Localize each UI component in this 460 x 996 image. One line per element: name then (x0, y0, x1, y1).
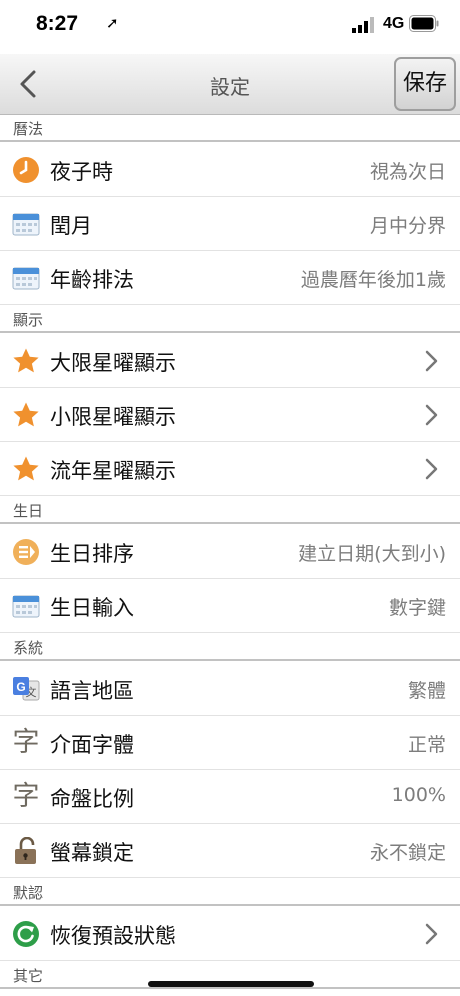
row-annual-stars[interactable]: 流年星曜顯示 (0, 442, 460, 496)
network-type: 4G (383, 15, 405, 32)
translate-icon: 文 G (12, 675, 40, 703)
row-value: 視為次日 (369, 161, 446, 183)
row-chart-scale[interactable]: 字 命盤比例 100% (0, 770, 460, 824)
section-title: 顯示 (13, 311, 44, 329)
row-label: 生日輸入 (50, 596, 134, 620)
row-label: 語言地區 (50, 679, 134, 703)
row-label: 生日排序 (50, 542, 134, 566)
row-label: 年齡排法 (50, 268, 134, 292)
section-title: 系統 (13, 639, 44, 657)
row-label: 流年星曜顯示 (50, 459, 176, 483)
row-value: 過農曆年後加1歲 (300, 269, 446, 291)
row-label: 小限星曜顯示 (50, 405, 176, 429)
row-label: 大限星曜顯示 (50, 351, 176, 375)
row-decade-stars[interactable]: 大限星曜顯示 (0, 334, 460, 388)
clock-icon (12, 156, 40, 184)
row-value: 正常 (407, 734, 446, 756)
font-icon: 字 (12, 729, 40, 757)
row-screen-lock[interactable]: 螢幕鎖定 永不鎖定 (0, 824, 460, 878)
page-title: 設定 (210, 75, 250, 99)
row-interface-font[interactable]: 字 介面字體 正常 (0, 716, 460, 770)
row-language-region[interactable]: 文 G 語言地區 繁體 (0, 662, 460, 716)
row-label: 介面字體 (50, 733, 134, 757)
chevron-right-icon (425, 404, 438, 426)
section-title: 其它 (13, 967, 44, 985)
row-midnight-hour[interactable]: 夜子時 視為次日 (0, 143, 460, 197)
calendar-icon (12, 210, 40, 238)
star-icon (12, 401, 40, 429)
row-value: 永不鎖定 (369, 842, 446, 864)
font-icon: 字 (12, 783, 40, 811)
row-label: 螢幕鎖定 (50, 841, 134, 865)
row-leap-month[interactable]: 閏月 月中分界 (0, 197, 460, 251)
status-bar: 8:27 ➚ 4G (0, 0, 460, 54)
row-reset-defaults[interactable]: 恢復預設狀態 (0, 907, 460, 961)
row-value: 繁體 (407, 680, 446, 702)
section-header-system: 系統 (0, 634, 460, 661)
section-title: 默認 (13, 884, 44, 902)
chevron-right-icon (425, 458, 438, 480)
font-glyph: 字 (12, 727, 40, 758)
row-minor-stars[interactable]: 小限星曜顯示 (0, 388, 460, 442)
row-value: 建立日期(大到小) (298, 543, 446, 565)
battery-icon (409, 15, 439, 32)
row-label: 命盤比例 (50, 787, 134, 811)
font-glyph: 字 (12, 781, 40, 812)
row-value: 100% (391, 784, 446, 806)
sort-icon (12, 538, 40, 566)
row-label: 閏月 (50, 214, 92, 238)
calendar-icon (12, 592, 40, 620)
status-time: 8:27 (36, 12, 79, 35)
section-title: 生日 (13, 502, 44, 520)
svg-text:G: G (16, 680, 25, 694)
section-header-display: 顯示 (0, 306, 460, 333)
section-header-calendar: 曆法 (0, 115, 460, 142)
row-birthday-sort[interactable]: 生日排序 建立日期(大到小) (0, 525, 460, 579)
row-label: 夜子時 (50, 160, 113, 184)
row-value: 月中分界 (369, 215, 446, 237)
calendar-icon (12, 264, 40, 292)
save-button[interactable]: 保存 (394, 57, 456, 111)
section-title: 曆法 (13, 120, 44, 138)
unlock-icon (12, 837, 40, 865)
signal-icon (352, 17, 374, 33)
row-birthday-input[interactable]: 生日輸入 數字鍵 (0, 579, 460, 633)
row-label: 恢復預設狀態 (50, 924, 176, 948)
row-value: 數字鍵 (388, 597, 446, 619)
chevron-right-icon (425, 350, 438, 372)
star-icon (12, 347, 40, 375)
reset-icon (12, 920, 40, 948)
home-indicator[interactable] (148, 981, 314, 987)
section-header-defaults: 默認 (0, 879, 460, 906)
navigation-bar: 設定 保存 (0, 54, 460, 115)
section-header-birthday: 生日 (0, 497, 460, 524)
location-arrow-icon: ➚ (106, 14, 119, 32)
chevron-right-icon (425, 923, 438, 945)
star-icon (12, 455, 40, 483)
row-age-method[interactable]: 年齡排法 過農曆年後加1歲 (0, 251, 460, 305)
